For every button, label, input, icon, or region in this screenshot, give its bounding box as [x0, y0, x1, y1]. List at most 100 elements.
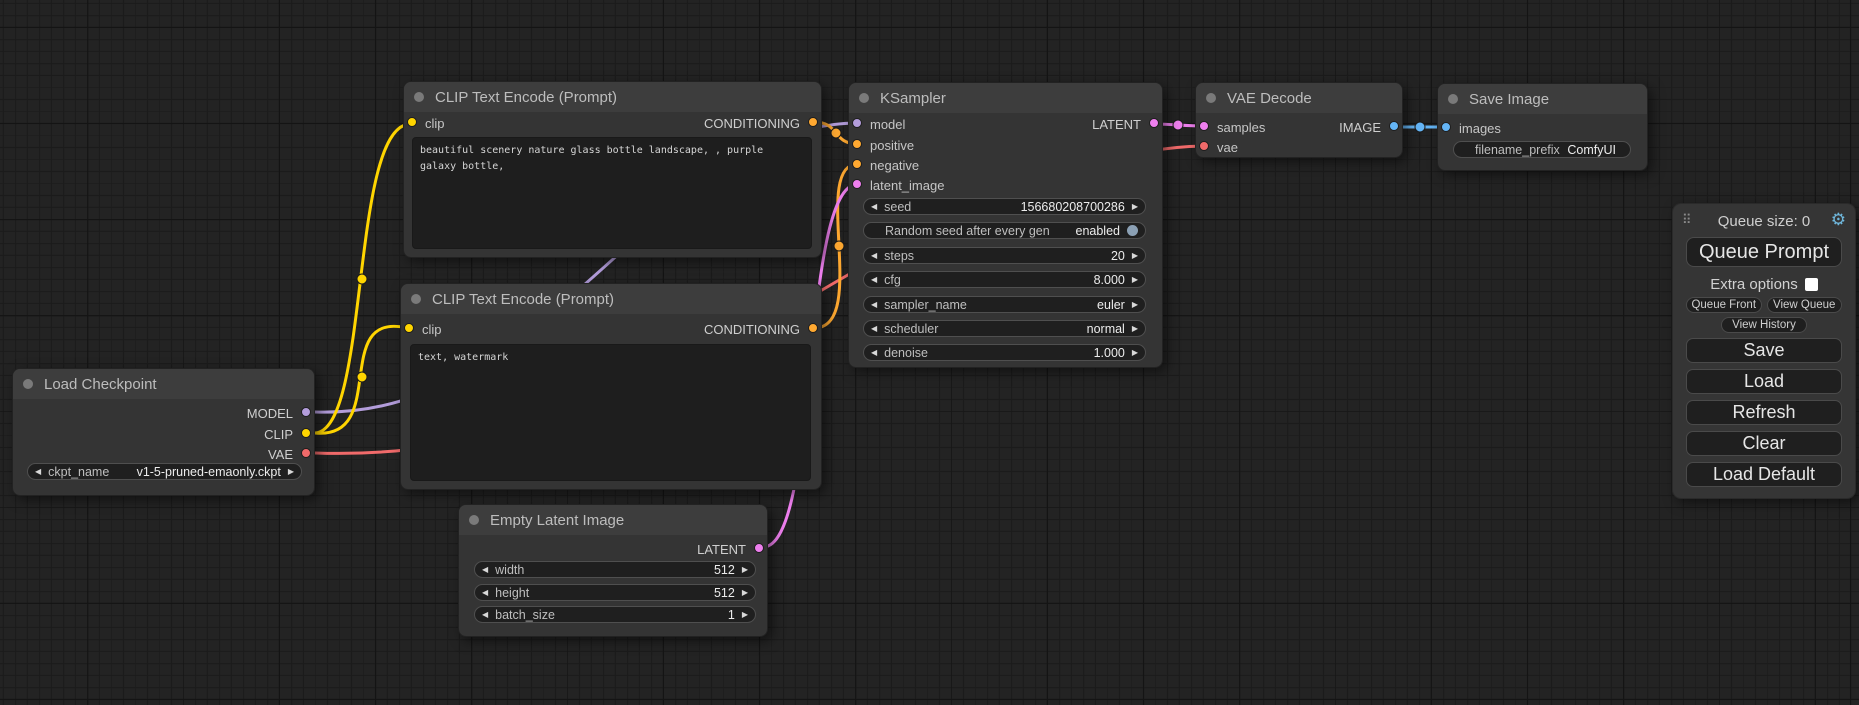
node-titlebar[interactable]: CLIP Text Encode (Prompt) — [401, 284, 821, 314]
node-vae-decode[interactable]: VAE Decode samples IMAGE vae — [1195, 82, 1403, 158]
vae-output-port[interactable] — [301, 448, 311, 458]
increment-arrow-icon[interactable]: ▶ — [1132, 203, 1138, 211]
collapse-dot-icon[interactable] — [469, 515, 479, 525]
input-label: clip — [425, 116, 445, 131]
latent-output-port[interactable] — [1149, 118, 1159, 128]
widget-name: sampler_name — [884, 298, 1097, 312]
output-label: LATENT — [697, 542, 746, 557]
decrement-arrow-icon[interactable]: ◀ — [482, 589, 488, 597]
decrement-arrow-icon[interactable]: ◀ — [482, 611, 488, 619]
decrement-arrow-icon[interactable]: ◀ — [871, 276, 877, 284]
node-clip-text-encode-positive[interactable]: CLIP Text Encode (Prompt) clip CONDITION… — [403, 81, 822, 258]
settings-gear-icon[interactable]: ⚙ — [1831, 211, 1846, 228]
view-history-button[interactable]: View History — [1721, 317, 1807, 333]
collapse-dot-icon[interactable] — [411, 294, 421, 304]
save-button[interactable]: Save — [1686, 338, 1842, 363]
node-load-checkpoint[interactable]: Load Checkpoint MODEL CLIP VAE ◀ ckpt_na… — [12, 368, 315, 496]
clip-output-port[interactable] — [301, 428, 311, 438]
prompt-textarea[interactable]: beautiful scenery nature glass bottle la… — [412, 137, 812, 249]
collapse-dot-icon[interactable] — [1206, 93, 1216, 103]
decrement-arrow-icon[interactable]: ◀ — [871, 349, 877, 357]
node-clip-text-encode-negative[interactable]: CLIP Text Encode (Prompt) clip CONDITION… — [400, 283, 822, 490]
queue-prompt-button[interactable]: Queue Prompt — [1686, 237, 1842, 267]
node-titlebar[interactable]: Empty Latent Image — [459, 505, 767, 535]
height-widget[interactable]: ◀ height 512 ▶ — [474, 584, 756, 601]
decrement-arrow-icon[interactable]: ◀ — [871, 325, 877, 333]
ckpt-name-widget[interactable]: ◀ ckpt_name v1-5-pruned-emaonly.ckpt ▶ — [27, 463, 302, 480]
node-titlebar[interactable]: VAE Decode — [1196, 83, 1402, 113]
conditioning-output-port[interactable] — [808, 117, 818, 127]
width-widget[interactable]: ◀ width 512 ▶ — [474, 561, 756, 578]
latent-image-input-port[interactable] — [852, 179, 862, 189]
widget-name: width — [495, 563, 714, 577]
images-input-port[interactable] — [1441, 122, 1451, 132]
sampler-name-widget[interactable]: ◀ sampler_name euler ▶ — [863, 296, 1146, 313]
samples-input-port[interactable] — [1199, 121, 1209, 131]
node-ksampler[interactable]: KSampler model LATENT positive negative … — [848, 82, 1163, 368]
seed-widget[interactable]: ◀ seed 156680208700286 ▶ — [863, 198, 1146, 215]
toggle-knob-icon[interactable] — [1127, 225, 1138, 236]
decrement-arrow-icon[interactable]: ◀ — [35, 468, 41, 476]
collapse-dot-icon[interactable] — [414, 92, 424, 102]
image-output-port[interactable] — [1389, 121, 1399, 131]
link-midpoint-dot[interactable] — [834, 241, 844, 251]
cfg-widget[interactable]: ◀ cfg 8.000 ▶ — [863, 271, 1146, 288]
node-empty-latent-image[interactable]: Empty Latent Image LATENT ◀ width 512 ▶ … — [458, 504, 768, 637]
increment-arrow-icon[interactable]: ▶ — [1132, 349, 1138, 357]
prompt-textarea[interactable]: text, watermark — [410, 344, 811, 481]
increment-arrow-icon[interactable]: ▶ — [742, 566, 748, 574]
increment-arrow-icon[interactable]: ▶ — [742, 589, 748, 597]
load-button[interactable]: Load — [1686, 369, 1842, 394]
decrement-arrow-icon[interactable]: ◀ — [482, 566, 488, 574]
model-input-port[interactable] — [852, 118, 862, 128]
view-queue-button[interactable]: View Queue — [1767, 297, 1843, 313]
clip-input-port[interactable] — [407, 117, 417, 127]
scheduler-widget[interactable]: ◀ scheduler normal ▶ — [863, 320, 1146, 337]
decrement-arrow-icon[interactable]: ◀ — [871, 252, 877, 260]
negative-input-port[interactable] — [852, 159, 862, 169]
collapse-dot-icon[interactable] — [23, 379, 33, 389]
decrement-arrow-icon[interactable]: ◀ — [871, 203, 877, 211]
increment-arrow-icon[interactable]: ▶ — [1132, 325, 1138, 333]
increment-arrow-icon[interactable]: ▶ — [742, 611, 748, 619]
output-label: CONDITIONING — [704, 116, 800, 131]
extra-options-checkbox[interactable] — [1805, 278, 1818, 291]
link-midpoint-dot[interactable] — [1173, 120, 1183, 130]
node-titlebar[interactable]: KSampler — [849, 83, 1162, 113]
widget-value: enabled — [1076, 224, 1121, 238]
random-seed-toggle-widget[interactable]: Random seed after every gen enabled — [863, 222, 1146, 239]
link-midpoint-dot[interactable] — [357, 274, 367, 284]
node-titlebar[interactable]: Load Checkpoint — [13, 369, 314, 399]
link-midpoint-dot[interactable] — [357, 372, 367, 382]
conditioning-output-port[interactable] — [808, 323, 818, 333]
node-graph-canvas[interactable]: Load Checkpoint MODEL CLIP VAE ◀ ckpt_na… — [0, 0, 1859, 705]
clear-button[interactable]: Clear — [1686, 431, 1842, 456]
node-titlebar[interactable]: CLIP Text Encode (Prompt) — [404, 82, 821, 112]
node-save-image[interactable]: Save Image images filename_prefix ComfyU… — [1437, 83, 1648, 171]
increment-arrow-icon[interactable]: ▶ — [1132, 276, 1138, 284]
refresh-button[interactable]: Refresh — [1686, 400, 1842, 425]
increment-arrow-icon[interactable]: ▶ — [288, 468, 294, 476]
queue-front-button[interactable]: Queue Front — [1686, 297, 1762, 313]
model-output-port[interactable] — [301, 407, 311, 417]
vae-input-port[interactable] — [1199, 141, 1209, 151]
clip-input-port[interactable] — [404, 323, 414, 333]
drag-handle-icon[interactable]: ⠿ — [1682, 212, 1690, 228]
load-default-button[interactable]: Load Default — [1686, 462, 1842, 487]
collapse-dot-icon[interactable] — [1448, 94, 1458, 104]
latent-output-port[interactable] — [754, 543, 764, 553]
link-midpoint-dot[interactable] — [831, 128, 841, 138]
positive-input-port[interactable] — [852, 139, 862, 149]
link-midpoint-dot[interactable] — [1415, 122, 1425, 132]
filename-prefix-widget[interactable]: filename_prefix ComfyUI — [1453, 141, 1631, 158]
denoise-widget[interactable]: ◀ denoise 1.000 ▶ — [863, 344, 1146, 361]
collapse-dot-icon[interactable] — [859, 93, 869, 103]
batch-size-widget[interactable]: ◀ batch_size 1 ▶ — [474, 606, 756, 623]
steps-widget[interactable]: ◀ steps 20 ▶ — [863, 247, 1146, 264]
increment-arrow-icon[interactable]: ▶ — [1132, 301, 1138, 309]
queue-panel: ⠿ Queue size: 0 ⚙ Queue Prompt Extra opt… — [1672, 203, 1856, 499]
extra-options-row: Extra options — [1673, 276, 1855, 293]
node-titlebar[interactable]: Save Image — [1438, 84, 1647, 114]
decrement-arrow-icon[interactable]: ◀ — [871, 301, 877, 309]
increment-arrow-icon[interactable]: ▶ — [1132, 252, 1138, 260]
